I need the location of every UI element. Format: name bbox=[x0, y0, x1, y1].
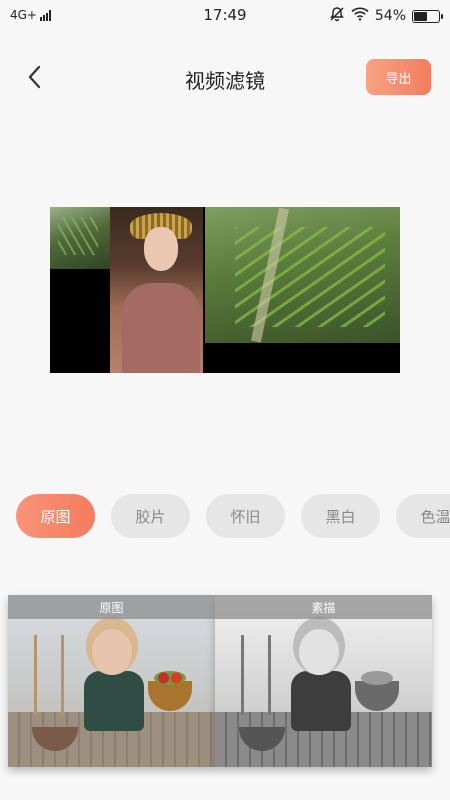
export-button[interactable]: 导出 bbox=[366, 59, 431, 95]
battery-fill bbox=[414, 11, 427, 21]
status-bar: 4G+ 17:49 54% bbox=[0, 0, 450, 32]
mute-icon bbox=[329, 6, 345, 26]
filter-chip-color-temp[interactable]: 色温 bbox=[396, 494, 450, 538]
thumbnail-label: 素描 bbox=[215, 595, 432, 619]
filter-thumbnails: 原图 素描 bbox=[0, 595, 450, 770]
status-right: 54% bbox=[329, 6, 443, 26]
wifi-icon bbox=[351, 7, 369, 25]
preview-portrait bbox=[110, 207, 203, 373]
thumbnail-label: 原图 bbox=[8, 595, 215, 619]
filter-chip-nostalgia[interactable]: 怀旧 bbox=[206, 494, 285, 538]
filter-chip-original[interactable]: 原图 bbox=[16, 494, 95, 538]
preview-plant-left bbox=[50, 207, 110, 269]
battery-icon bbox=[412, 9, 443, 23]
header: 视频滤镜 导出 bbox=[0, 55, 450, 103]
thumbnail-original[interactable]: 原图 bbox=[8, 595, 215, 767]
battery-percent: 54% bbox=[374, 8, 406, 24]
thumbnail-image bbox=[8, 595, 215, 767]
thumbnail-sketch[interactable]: 素描 bbox=[215, 595, 432, 767]
filter-chip-list: 原图 胶片 怀旧 黑白 色温 bbox=[16, 494, 450, 538]
thumbnail-image bbox=[215, 595, 432, 767]
preview-plant-right bbox=[205, 207, 400, 343]
video-preview[interactable] bbox=[50, 207, 400, 373]
filter-chip-film[interactable]: 胶片 bbox=[111, 494, 190, 538]
filter-chip-black-white[interactable]: 黑白 bbox=[301, 494, 380, 538]
